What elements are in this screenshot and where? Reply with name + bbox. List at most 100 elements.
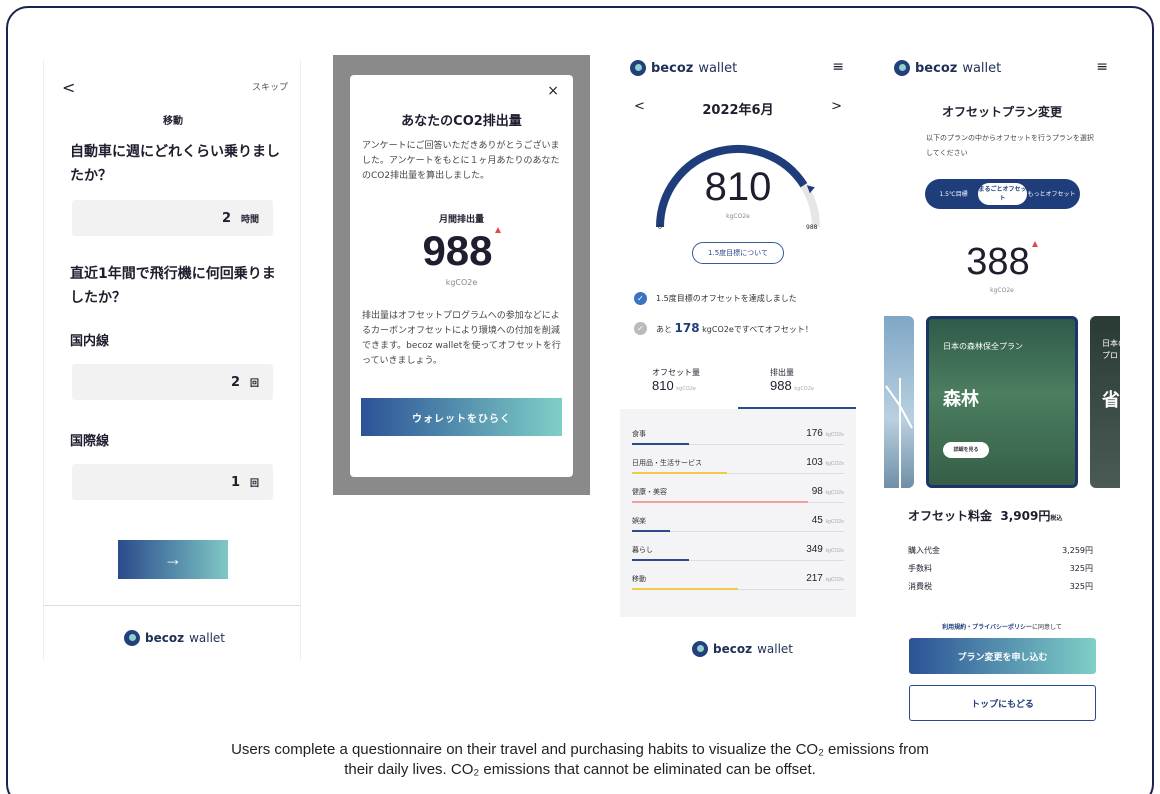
open-wallet-button[interactable]: ウォレットをひらく xyxy=(361,398,562,436)
category-value: 176 kgCO2e xyxy=(806,428,844,439)
back-to-top-button[interactable]: トップにもどる xyxy=(909,685,1096,721)
domestic-flights-field[interactable]: 2 回 xyxy=(72,364,273,400)
car-hours-field[interactable]: 2 時間 xyxy=(72,200,273,236)
category-bar xyxy=(632,443,690,445)
category-name: 食事 xyxy=(632,430,646,438)
result-modal-screen: × あなたのCO2排出量 アンケートにご回答いただきありがとうございました。アン… xyxy=(333,55,590,495)
logo-mark-icon xyxy=(692,641,708,657)
card-next-title: 省 xyxy=(1102,390,1120,411)
caption-line-1: Users complete a questionnaire on their … xyxy=(231,741,929,758)
plan-card-forest[interactable]: 日本の森林保全プラン 森林 詳細を見る xyxy=(926,316,1078,488)
logo-mark-icon xyxy=(630,60,646,76)
card-detail-button[interactable]: 詳細を見る xyxy=(943,442,989,458)
category-value: 217 kgCO2e xyxy=(806,573,844,584)
category-name: 移動 xyxy=(632,575,646,583)
question-car: 自動車に週にどれくらい乗りましたか？ xyxy=(70,144,280,184)
prev-month-icon[interactable]: < xyxy=(634,99,645,114)
category-row[interactable]: 食事 176 kgCO2e xyxy=(632,417,844,445)
category-bar xyxy=(632,501,808,503)
fee-row-tax: 消費税 325円 xyxy=(908,582,1093,591)
plan-unit: kgCO2e xyxy=(990,287,1014,294)
card-next-subtitle: 日本の プロ xyxy=(1102,339,1120,360)
menu-icon[interactable]: ≡ xyxy=(832,59,844,75)
footer-logo: becoz wallet xyxy=(124,630,225,646)
skip-link[interactable]: スキップ xyxy=(252,80,288,93)
category-label: 移動 xyxy=(163,116,183,127)
tab-unit: kgCO2e xyxy=(676,386,697,392)
questionnaire-screen: < スキップ 移動 自動車に週にどれくらい乗りましたか？ 2 時間 直近1年間で… xyxy=(43,60,301,660)
car-hours-unit: 時間 xyxy=(240,214,259,225)
category-bar xyxy=(632,530,671,532)
logo-bold: becoz xyxy=(915,60,958,76)
plan-card-next[interactable]: 日本の プロ 省 xyxy=(1090,316,1120,488)
header-logo: becoz wallet xyxy=(630,60,737,76)
monthly-emission-value: 988 xyxy=(350,227,573,275)
international-value: 1 xyxy=(230,474,240,490)
category-row[interactable]: 移動 217 kgCO2e xyxy=(632,562,844,590)
back-icon[interactable]: < xyxy=(62,78,75,97)
category-value: 349 kgCO2e xyxy=(806,544,844,555)
next-button[interactable]: → xyxy=(118,540,228,579)
header-logo: becoz wallet xyxy=(894,60,1001,76)
gauge-min: 0 xyxy=(658,224,662,231)
category-bar xyxy=(632,559,690,561)
caption-line-2: their daily lives. CO₂ emissions that ca… xyxy=(344,761,816,778)
plan-change-screen: becoz wallet ≡ オフセットプラン変更 以下のプランの中からオフセット… xyxy=(884,55,1120,725)
tab-offset-value: 810 xyxy=(652,378,674,393)
check-row-remaining: ✓ あと 178 kgCO2eですべてオフセット！ xyxy=(634,321,813,335)
tab-emission[interactable]: 排出量 988 kgCO2e xyxy=(738,361,856,409)
remaining-text: あと 178 kgCO2eですべてオフセット！ xyxy=(656,321,813,335)
domestic-unit: 回 xyxy=(249,378,259,389)
apply-plan-button[interactable]: プラン変更を申し込む xyxy=(909,638,1096,674)
close-icon[interactable]: × xyxy=(547,83,559,99)
tab-offset-label: オフセット量 xyxy=(652,368,700,377)
page-title: オフセットプラン変更 xyxy=(941,105,1062,119)
logo-mark-icon xyxy=(894,60,910,76)
segment-1-5c[interactable]: 1.5℃目標 xyxy=(929,190,978,199)
category-bar xyxy=(632,472,728,474)
category-name: 娯楽 xyxy=(632,517,646,525)
category-row[interactable]: 娯楽 45 kgCO2e xyxy=(632,504,844,532)
next-month-icon[interactable]: > xyxy=(831,99,842,114)
monthly-emission-label: 月間排出量 xyxy=(438,215,484,225)
fee-row-commission: 手数料 325円 xyxy=(908,564,1093,573)
fee-row-purchase: 購入代金 3,259円 xyxy=(908,546,1093,555)
logo-mark-icon xyxy=(124,630,140,646)
card-forest-title: 森林 xyxy=(943,389,979,410)
category-name: 暮らし xyxy=(632,546,653,554)
logo-bold: becoz xyxy=(713,642,753,656)
month-navigator: < 2022年6月 > xyxy=(620,99,856,118)
gauge-max: 988 xyxy=(806,224,818,231)
segment-more-offset[interactable]: もっとオフセット xyxy=(1027,190,1076,199)
logo-bold: becoz xyxy=(145,631,185,645)
international-flights-field[interactable]: 1 回 xyxy=(72,464,273,500)
terms-agreement: 利用規約・プライバシーポリシーに同意して xyxy=(942,624,1062,631)
tab-emission-label: 排出量 xyxy=(770,368,794,377)
logo-bold: becoz xyxy=(651,60,694,76)
achieved-text: 1.5度目標のオフセットを達成しました xyxy=(656,294,797,303)
plan-card-wind[interactable] xyxy=(884,316,914,488)
category-value: 103 kgCO2e xyxy=(806,457,844,468)
segment-full-offset[interactable]: まるごとオフセット xyxy=(978,183,1027,205)
plan-value: 388 xyxy=(884,241,1120,284)
car-hours-value: 2 xyxy=(221,210,231,226)
footer-logo: becoz wallet xyxy=(692,641,793,657)
category-name: 日用品・生活サービス xyxy=(632,459,702,467)
up-triangle-icon xyxy=(1031,241,1038,247)
emission-unit: kgCO2e xyxy=(445,278,478,287)
category-list: 食事 176 kgCO2e 日用品・生活サービス 103 kgCO2e 健康・美容 98 … xyxy=(620,409,856,617)
tab-offset[interactable]: オフセット量 810 kgCO2e xyxy=(620,361,738,409)
category-name: 健康・美容 xyxy=(632,488,667,496)
check-icon: ✓ xyxy=(634,321,647,335)
domestic-value: 2 xyxy=(230,374,240,390)
menu-icon[interactable]: ≡ xyxy=(1096,59,1108,75)
page-subtitle: 以下のプランの中からオフセットを行うプランを選択してください xyxy=(926,134,1094,157)
category-value: 45 kgCO2e xyxy=(811,515,844,526)
category-row[interactable]: 日用品・生活サービス 103 kgCO2e xyxy=(632,446,844,474)
dashboard-screen: becoz wallet ≡ < 2022年6月 > 810 kgCO2e 0 9… xyxy=(620,55,856,665)
terms-link[interactable]: 利用規約・プライバシーポリシー xyxy=(942,624,1032,631)
target-info-pill[interactable]: 1.5度目標について xyxy=(692,242,784,264)
category-row[interactable]: 暮らし 349 kgCO2e xyxy=(632,533,844,561)
tab-emission-value: 988 xyxy=(770,378,792,393)
category-row[interactable]: 健康・美容 98 kgCO2e xyxy=(632,475,844,503)
